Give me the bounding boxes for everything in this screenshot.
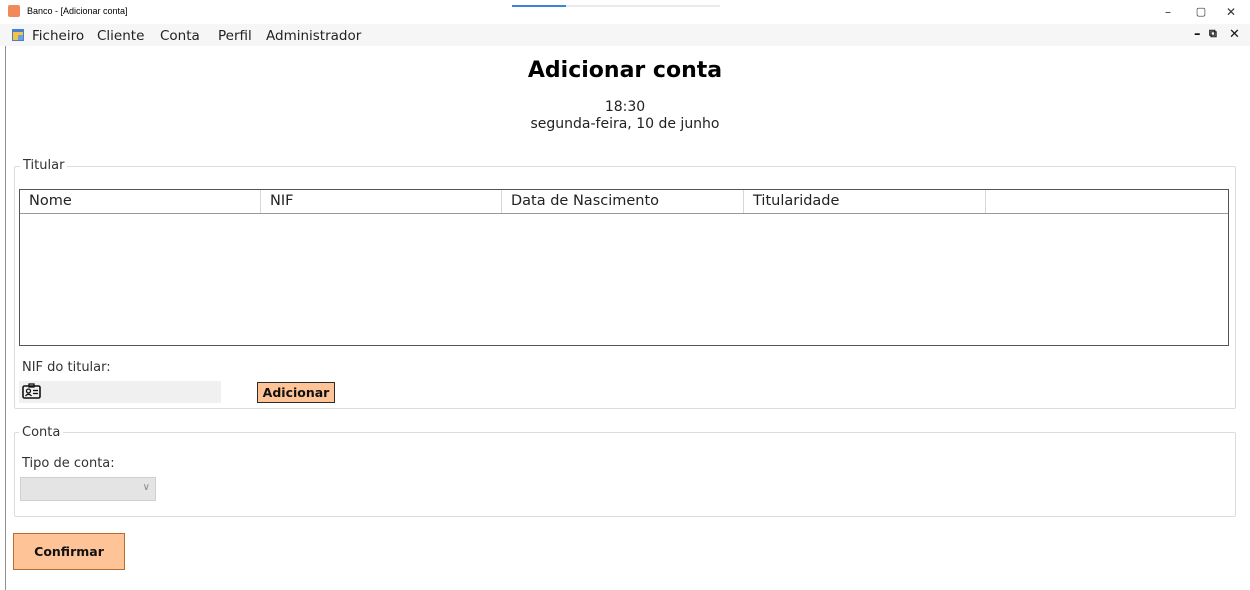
window-title: Banco - [Adicionar conta] <box>27 6 128 16</box>
menu-perfil[interactable]: Perfil <box>218 28 252 44</box>
column-header-nome[interactable]: Nome <box>20 190 261 213</box>
clock-time: 18:30 <box>604 99 646 115</box>
confirmar-button[interactable]: Confirmar <box>13 533 125 570</box>
column-header-data-nascimento[interactable]: Data de Nascimento <box>502 190 744 213</box>
page-title: Adicionar conta <box>527 58 723 83</box>
nif-titular-label: NIF do titular: <box>22 360 111 375</box>
menu-conta[interactable]: Conta <box>160 28 200 44</box>
loading-track <box>566 5 720 7</box>
conta-group <box>14 432 1236 517</box>
tipo-conta-select[interactable]: ∨ <box>20 477 156 501</box>
column-header-titularidade[interactable]: Titularidade <box>744 190 986 213</box>
maximize-button[interactable]: ▢ <box>1187 2 1215 22</box>
column-header-nif[interactable]: NIF <box>261 190 502 213</box>
loading-indicator <box>512 5 566 7</box>
tipo-conta-label: Tipo de conta: <box>22 456 115 471</box>
chevron-down-icon: ∨ <box>142 482 150 493</box>
mdi-restore-button[interactable]: ⧉ <box>1209 27 1217 41</box>
menu-cliente[interactable]: Cliente <box>97 28 144 44</box>
app-icon <box>8 5 20 17</box>
adicionar-button[interactable]: Adicionar <box>257 382 335 403</box>
mdi-close-button[interactable]: ✕ <box>1229 27 1240 42</box>
titular-legend: Titular <box>20 158 68 173</box>
conta-legend: Conta <box>19 425 64 440</box>
titulares-table[interactable]: Nome NIF Data de Nascimento Titularidade <box>19 189 1229 346</box>
close-button[interactable]: ✕ <box>1217 2 1245 22</box>
table-header: Nome NIF Data de Nascimento Titularidade <box>20 190 1228 214</box>
title-bar: Banco - [Adicionar conta] – ▢ ✕ <box>0 0 1250 24</box>
mdi-minimize-button[interactable]: – <box>1194 27 1201 42</box>
nif-titular-input[interactable] <box>19 381 221 403</box>
minimize-button[interactable]: – <box>1154 2 1182 22</box>
menu-administrador[interactable]: Administrador <box>266 28 361 44</box>
mdi-window-icon <box>12 29 24 41</box>
id-card-icon <box>22 383 41 399</box>
clock-date: segunda-feira, 10 de junho <box>530 116 720 132</box>
menu-ficheiro[interactable]: Ficheiro <box>32 28 84 44</box>
